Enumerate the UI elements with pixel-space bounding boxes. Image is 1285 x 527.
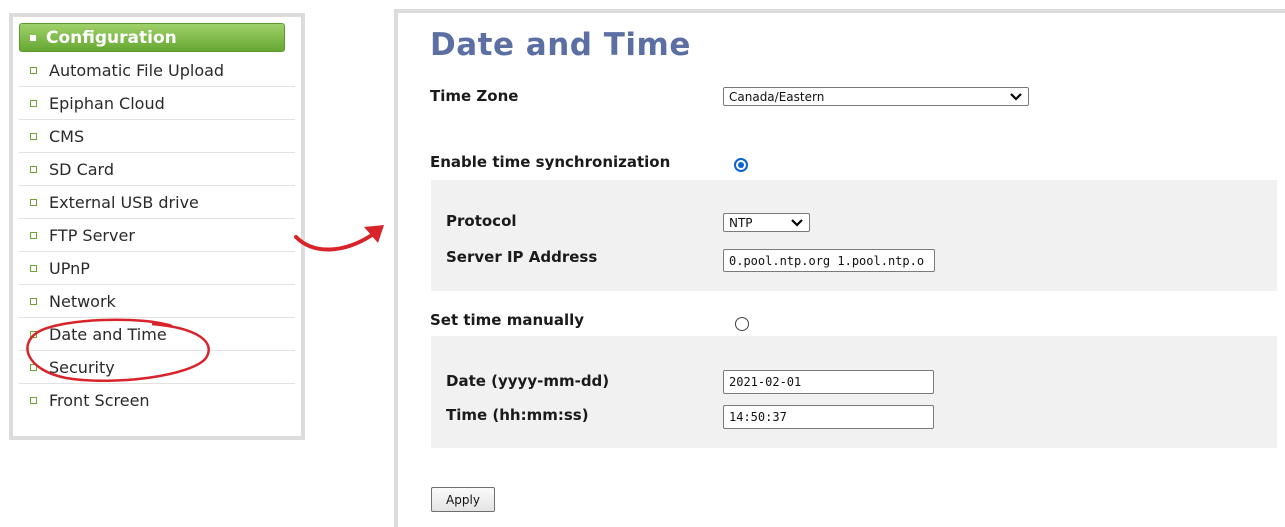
protocol-select[interactable]: NTP — [723, 213, 810, 232]
square-bullet-icon — [30, 397, 37, 404]
sidebar-nav: Automatic File Upload Epiphan Cloud CMS … — [19, 54, 295, 417]
sidebar-item-label: CMS — [49, 126, 85, 146]
chevron-down-icon — [1010, 93, 1022, 101]
square-bullet-icon — [30, 132, 37, 140]
time-zone-value: Canada/Eastern — [729, 89, 825, 104]
server-ip-input[interactable] — [723, 249, 935, 272]
sidebar-item-external-usb-drive[interactable]: External USB drive — [19, 186, 295, 219]
square-bullet-icon — [30, 198, 37, 206]
sidebar-item-automatic-file-upload[interactable]: Automatic File Upload — [19, 54, 295, 87]
sync-settings-block: Protocol NTP Server IP Address — [431, 180, 1277, 291]
sidebar-item-date-and-time[interactable]: Date and Time — [19, 318, 295, 351]
time-label: Time (hh:mm:ss) — [446, 406, 589, 424]
configuration-sidebar: Configuration Automatic File Upload Epip… — [9, 13, 305, 440]
sidebar-item-upnp[interactable]: UPnP — [19, 252, 295, 285]
sidebar-header-configuration[interactable]: Configuration — [19, 23, 285, 52]
sidebar-item-epiphan-cloud[interactable]: Epiphan Cloud — [19, 87, 295, 120]
sidebar-item-security[interactable]: Security — [19, 351, 295, 384]
square-bullet-icon — [30, 99, 37, 107]
square-bullet-icon — [30, 297, 37, 305]
sidebar-item-label: Automatic File Upload — [49, 60, 225, 80]
sidebar-item-front-screen[interactable]: Front Screen — [19, 384, 295, 417]
sidebar-item-network[interactable]: Network — [19, 285, 295, 318]
page-title: Date and Time — [430, 27, 691, 63]
sidebar-item-cms[interactable]: CMS — [19, 120, 295, 153]
sidebar-item-label: Date and Time — [49, 324, 167, 344]
sidebar-item-label: Front Screen — [49, 391, 150, 410]
protocol-label: Protocol — [446, 212, 517, 230]
square-bullet-icon — [30, 363, 37, 371]
bullet-icon — [30, 34, 36, 41]
date-input[interactable] — [723, 370, 934, 394]
manual-settings-block: Date (yyyy-mm-dd) Time (hh:mm:ss) — [431, 336, 1277, 448]
square-bullet-icon — [30, 231, 37, 239]
server-ip-label: Server IP Address — [446, 248, 598, 266]
apply-button[interactable]: Apply — [431, 487, 495, 512]
sidebar-item-ftp-server[interactable]: FTP Server — [19, 219, 295, 252]
sidebar-item-label: Epiphan Cloud — [49, 93, 165, 113]
square-bullet-icon — [30, 66, 37, 74]
square-bullet-icon — [30, 165, 37, 173]
time-zone-label: Time Zone — [430, 87, 519, 105]
protocol-value: NTP — [729, 215, 753, 230]
set-manual-label: Set time manually — [430, 311, 584, 329]
chevron-down-icon — [791, 219, 803, 227]
square-bullet-icon — [30, 330, 37, 338]
set-manual-radio[interactable] — [735, 317, 749, 331]
sidebar-item-label: Network — [49, 291, 116, 311]
date-label: Date (yyyy-mm-dd) — [446, 372, 610, 390]
square-bullet-icon — [30, 264, 37, 272]
sidebar-item-label: UPnP — [49, 258, 90, 278]
time-input[interactable] — [723, 405, 934, 429]
enable-sync-label: Enable time synchronization — [430, 153, 671, 171]
sidebar-item-label: FTP Server — [49, 225, 135, 245]
enable-sync-radio[interactable] — [734, 158, 748, 172]
sidebar-item-sd-card[interactable]: SD Card — [19, 153, 295, 186]
sidebar-header-label: Configuration — [46, 27, 177, 48]
sidebar-item-label: SD Card — [49, 159, 114, 179]
sidebar-item-label: External USB drive — [49, 192, 199, 212]
sidebar-item-label: Security — [49, 357, 115, 377]
date-time-panel: Date and Time Time Zone Canada/Eastern E… — [394, 9, 1285, 527]
curved-arrow-annotation — [294, 225, 384, 252]
time-zone-select[interactable]: Canada/Eastern — [723, 87, 1029, 106]
